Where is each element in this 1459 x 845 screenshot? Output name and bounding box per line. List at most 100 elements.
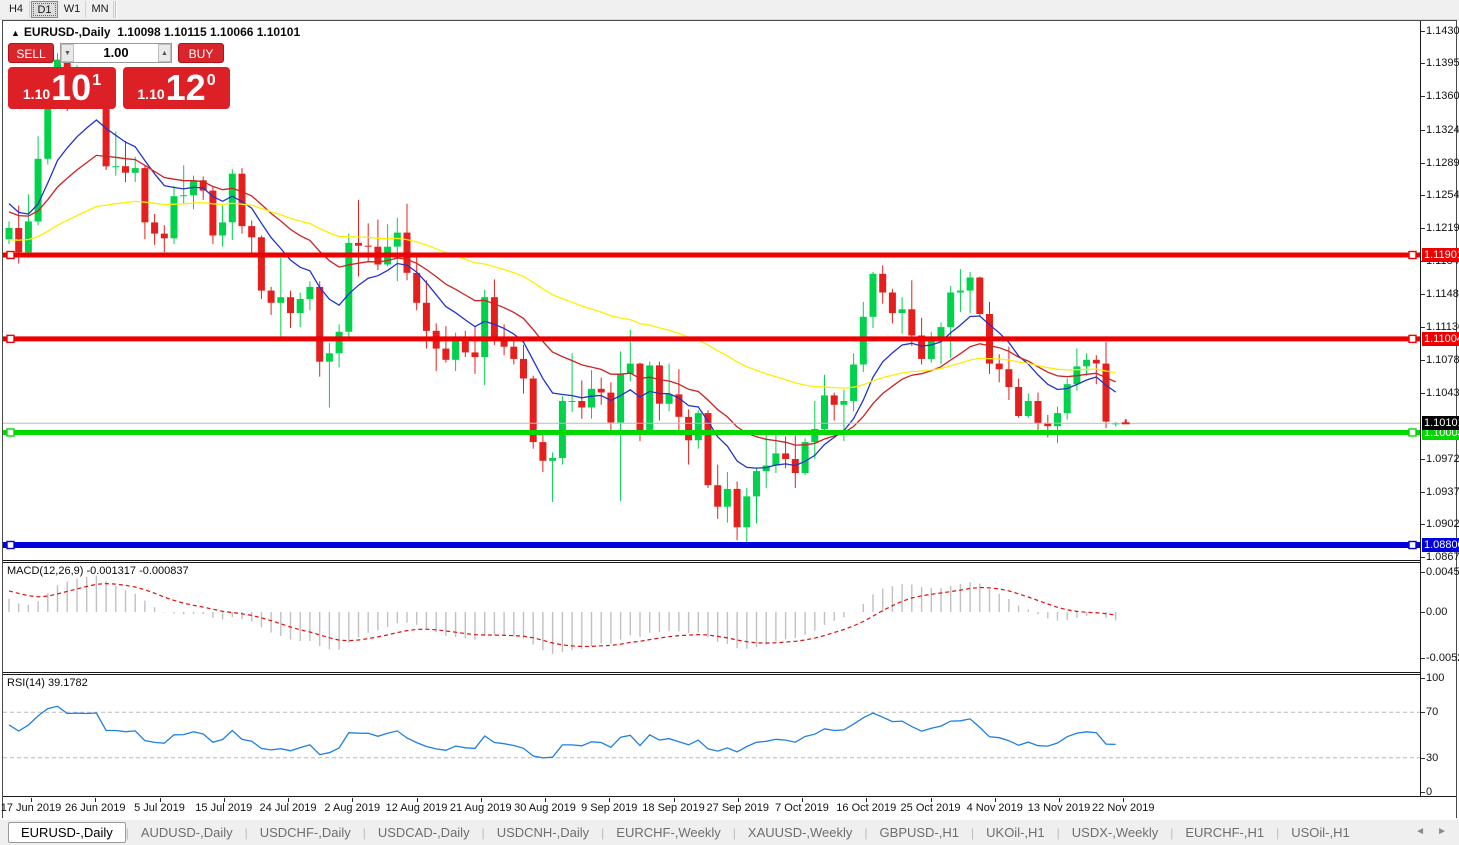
- price-tick-label: 1.14300: [1426, 25, 1459, 37]
- date-label: 16 Oct 2019: [836, 802, 897, 814]
- price-tick-label: 1.12890: [1426, 157, 1459, 169]
- tab-scroll-left-icon[interactable]: ◄: [1415, 826, 1425, 837]
- chart-ohlc-values: 1.10098 1.10115 1.10066 1.10101: [117, 25, 301, 39]
- hline-price-label[interactable]: 1.11901: [1422, 248, 1459, 262]
- price-tick-label: 1.09720: [1426, 453, 1459, 465]
- axis-tick-mark: [1421, 712, 1425, 713]
- price-tick-label: 1.13600: [1426, 90, 1459, 102]
- price-tick-label: 70: [1426, 706, 1439, 718]
- date-label: 12 Aug 2019: [385, 802, 448, 814]
- date-label: 26 Jun 2019: [64, 802, 126, 814]
- hline-price-label[interactable]: 1.11004: [1422, 332, 1459, 346]
- price-tick-label: 1.12540: [1426, 189, 1459, 201]
- timeframe-button-w1[interactable]: W1: [59, 1, 86, 18]
- price-tick-label: 1.09370: [1426, 486, 1459, 498]
- price-tick-label: 1.10780: [1426, 354, 1459, 366]
- axis-tick-mark: [1421, 393, 1425, 394]
- date-label: 4 Nov 2019: [966, 802, 1023, 814]
- tab-eurchf-weekly[interactable]: EURCHF-,Weekly: [604, 823, 733, 842]
- date-label: 24 Jul 2019: [259, 802, 317, 814]
- rsi-indicator-pane[interactable]: RSI(14) 39.1782: [3, 675, 1420, 796]
- time-axis[interactable]: 17 Jun 2019 26 Jun 2019 5 Jul 2019 15 Jul 2…: [0, 798, 1456, 818]
- tab-usdcnh-daily[interactable]: USDCNH-,Daily: [485, 823, 601, 842]
- tab-xauusd-weekly[interactable]: XAUUSD-,Weekly: [736, 823, 865, 842]
- axis-tick-mark: [1421, 294, 1425, 295]
- sell-price-big-digits: 10: [51, 67, 92, 108]
- volume-decrease-icon[interactable]: ▼: [61, 44, 74, 62]
- tab-usdchf-daily[interactable]: USDCHF-,Daily: [248, 823, 363, 842]
- buy-button[interactable]: BUY: [178, 43, 224, 63]
- axis-tick-mark: [1421, 130, 1425, 131]
- tab-eurusd-daily[interactable]: EURUSD-,Daily: [8, 822, 126, 843]
- tab-usdcad-daily[interactable]: USDCAD-,Daily: [366, 823, 482, 842]
- timeframe-toolbar: H4 D1 W1 MN: [0, 0, 1459, 20]
- tab-ukoil-h1[interactable]: UKOil-,H1: [974, 823, 1057, 842]
- price-tick-label: 0: [1426, 786, 1433, 798]
- axis-tick-mark: [1421, 612, 1425, 613]
- axis-tick-mark: [1421, 96, 1425, 97]
- price-tick-label: 1.10430: [1426, 387, 1459, 399]
- chart-tab-bar: EURUSD-,Daily | AUDUSD-,Daily | USDCHF-,Dail…: [0, 819, 1459, 845]
- price-tick-label: 100: [1426, 672, 1445, 684]
- axis-tick-mark: [1421, 163, 1425, 164]
- price-tick-label: 30: [1426, 752, 1439, 764]
- buy-price-prefix: 1.10: [137, 86, 165, 102]
- tab-usdx-weekly[interactable]: USDX-,Weekly: [1060, 823, 1170, 842]
- price-tick-label: 0.00: [1426, 606, 1448, 618]
- timeframe-button-mn[interactable]: MN: [87, 1, 114, 18]
- current-price-label[interactable]: 1.10101: [1422, 416, 1459, 430]
- date-label: 5 Jul 2019: [134, 802, 185, 814]
- chart-title: ▲ EURUSD-,Daily 1.10098 1.10115 1.10066 1…: [11, 25, 300, 39]
- axis-tick-mark: [1421, 31, 1425, 32]
- chart-symbol-period: EURUSD-,Daily: [23, 25, 111, 39]
- price-tick-label: 1.13240: [1426, 124, 1459, 136]
- date-label: 13 Nov 2019: [1027, 802, 1091, 814]
- trading-terminal-window: H4 D1 W1 MN ▲ EURUSD-,Daily 1.10098 1.10115 …: [0, 0, 1459, 845]
- volume-stepper: ▼ 1.00 ▲: [60, 43, 172, 63]
- sell-button[interactable]: SELL: [8, 43, 54, 63]
- timeframe-button-h4[interactable]: H4: [3, 1, 30, 18]
- tab-audusd-daily[interactable]: AUDUSD-,Daily: [129, 823, 245, 842]
- axis-tick-mark: [1421, 678, 1425, 679]
- price-tick-label: 1.08670: [1426, 551, 1459, 563]
- sell-price-button[interactable]: 1.10 10 1: [8, 67, 116, 109]
- rsi-label: RSI(14) 39.1782: [7, 677, 88, 689]
- date-label: 30 Aug 2019: [514, 802, 576, 814]
- tab-eurchf-h1[interactable]: EURCHF-,H1: [1173, 823, 1276, 842]
- one-click-trading-panel: SELL ▼ 1.00 ▲ BUY 1.10 10 1 1.10 12 0: [8, 43, 230, 123]
- tab-gbpusd-h1[interactable]: GBPUSD-,H1: [868, 823, 971, 842]
- date-label: 21 Aug 2019: [449, 802, 512, 814]
- volume-input[interactable]: 1.00: [74, 44, 158, 62]
- hline-price-label[interactable]: 1.08800: [1422, 538, 1459, 552]
- axis-tick-mark: [1421, 327, 1425, 328]
- tab-usoil-h1[interactable]: USOil-,H1: [1279, 823, 1362, 842]
- axis-tick-mark: [1421, 658, 1425, 659]
- date-label: 17 Jun 2019: [0, 802, 62, 814]
- date-label: 25 Oct 2019: [900, 802, 961, 814]
- axis-tick-mark: [1421, 459, 1425, 460]
- volume-increase-icon[interactable]: ▲: [158, 44, 171, 62]
- price-tick-label: 1.12190: [1426, 222, 1459, 234]
- date-label: 7 Oct 2019: [775, 802, 829, 814]
- date-label: 27 Sep 2019: [706, 802, 769, 814]
- axis-tick-mark: [1421, 63, 1425, 64]
- axis-tick-mark: [1421, 492, 1425, 493]
- axis-tick-mark: [1421, 557, 1425, 558]
- macd-label: MACD(12,26,9) -0.001317 -0.000837: [7, 565, 189, 577]
- timeframe-button-d1[interactable]: D1: [31, 1, 58, 18]
- price-tick-label: 1.13950: [1426, 57, 1459, 69]
- sell-price-prefix: 1.10: [22, 86, 51, 102]
- price-tick-label: 1.11480: [1426, 288, 1459, 300]
- buy-price-button[interactable]: 1.10 12 0: [123, 67, 230, 109]
- axis-tick-mark: [1421, 758, 1425, 759]
- collapse-chart-icon[interactable]: ▲: [11, 28, 20, 38]
- price-axis[interactable]: 1.14300 1.13950 1.13600 1.13240 1.12890 1.125…: [1420, 21, 1459, 798]
- date-label: 15 Jul 2019: [195, 802, 253, 814]
- price-tick-label: -0.00520: [1426, 652, 1459, 664]
- date-label: 22 Nov 2019: [1092, 802, 1155, 814]
- main-price-chart[interactable]: ▲ EURUSD-,Daily 1.10098 1.10115 1.10066 1…: [3, 21, 1420, 560]
- axis-tick-mark: [1421, 228, 1425, 229]
- tab-scroll-right-icon[interactable]: ►: [1437, 826, 1447, 837]
- macd-indicator-pane[interactable]: MACD(12,26,9) -0.001317 -0.000837: [3, 563, 1420, 672]
- date-label: 2 Aug 2019: [324, 802, 381, 814]
